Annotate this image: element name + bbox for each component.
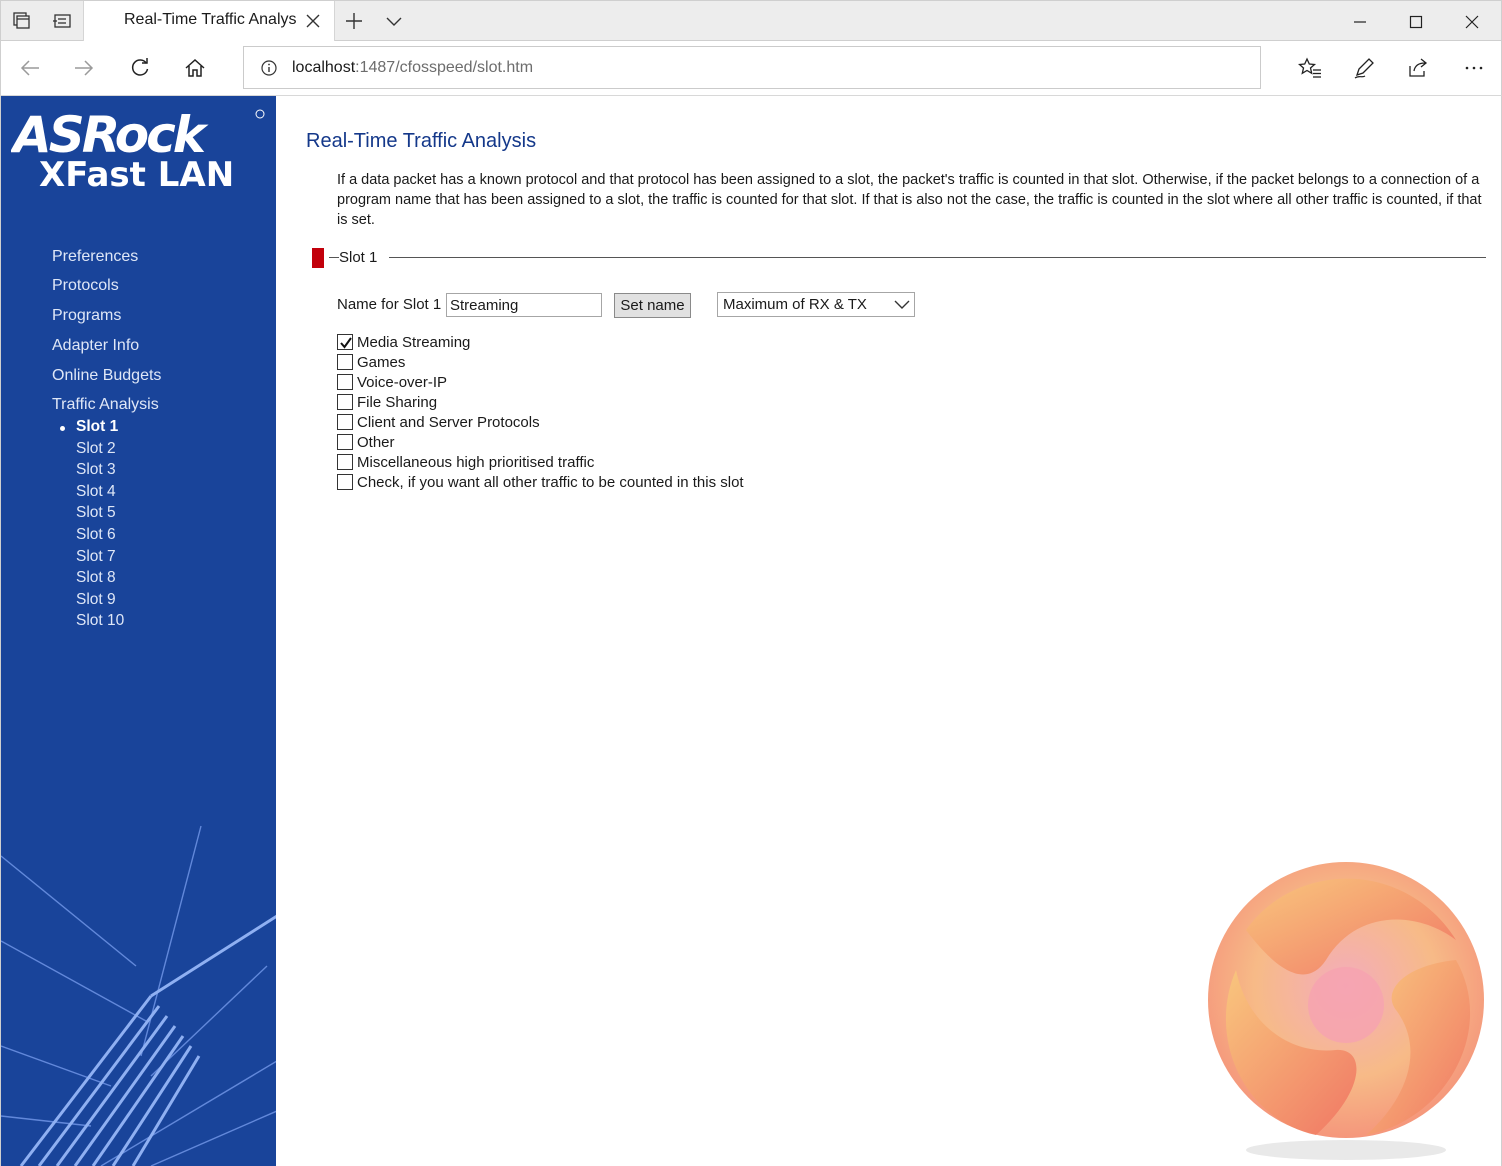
pen-icon[interactable] [1351, 55, 1377, 81]
checkbox-row-file-sharing[interactable]: File Sharing [337, 393, 437, 413]
checkbox-misc-high[interactable] [337, 454, 353, 470]
menu-traffic-analysis[interactable]: Traffic Analysis [52, 396, 159, 414]
fieldset-border [329, 257, 339, 258]
url-host: localhost [292, 59, 356, 76]
checkbox-label: File Sharing [357, 394, 438, 411]
menu-preferences[interactable]: Preferences [52, 248, 138, 266]
close-window-icon[interactable] [1459, 9, 1485, 35]
asrock-logo: ASRock XFast LAN [9, 106, 267, 196]
menu-slot-8[interactable]: Slot 8 [76, 569, 116, 587]
home-icon[interactable] [182, 55, 208, 81]
site-info-icon[interactable] [260, 59, 278, 77]
menu-slot-4[interactable]: Slot 4 [76, 483, 116, 501]
menu-slot-7[interactable]: Slot 7 [76, 548, 116, 566]
checkbox-row-media-streaming[interactable]: Media Streaming [337, 333, 470, 353]
checkbox-label: Client and Server Protocols [357, 414, 540, 431]
url-text[interactable]: localhost:1487/cfosspeed/slot.htm [292, 59, 533, 77]
minimize-icon[interactable] [1347, 9, 1373, 35]
tab-title: Real-Time Traffic Analys [124, 11, 296, 28]
forward-arrow-icon[interactable] [71, 55, 97, 81]
tab-preview-chevron-icon[interactable] [383, 10, 405, 32]
slot-color-marker [312, 248, 324, 268]
set-name-button[interactable]: Set name [614, 293, 691, 318]
checkbox-row-all-other[interactable]: Check, if you want all other traffic to … [337, 473, 744, 493]
checkbox-row-client-server[interactable]: Client and Server Protocols [337, 413, 540, 433]
refresh-icon[interactable] [127, 55, 153, 81]
sidebar-decoration-lines [1, 825, 276, 1166]
slot-name-label: Name for Slot 1 [337, 296, 442, 313]
close-tab-icon[interactable] [304, 12, 322, 30]
slot-name-input[interactable] [446, 293, 602, 317]
menu-slot-5[interactable]: Slot 5 [76, 504, 116, 522]
checkbox-row-voip[interactable]: Voice-over-IP [337, 373, 447, 393]
menu-slot-1[interactable]: Slot 1 [76, 418, 118, 436]
browser-titlebar: Real-Time Traffic Analys [0, 0, 1502, 42]
slot-legend: Slot 1 [339, 249, 378, 266]
checkmark-icon [340, 337, 352, 349]
menu-slot-9[interactable]: Slot 9 [76, 591, 116, 609]
more-options-icon[interactable] [1461, 55, 1487, 81]
checkbox-label: Voice-over-IP [357, 374, 448, 391]
address-bar[interactable]: localhost:1487/cfosspeed/slot.htm [243, 46, 1261, 89]
new-tab-icon[interactable] [343, 10, 365, 32]
checkbox-voip[interactable] [337, 374, 353, 390]
fieldset-rule [389, 257, 1486, 258]
chevron-down-icon [894, 300, 910, 309]
sidebar: ASRock XFast LAN Preferences Protocols P… [0, 96, 276, 1166]
set-tabs-aside-icon[interactable] [51, 10, 73, 32]
checkbox-row-other[interactable]: Other [337, 433, 395, 453]
checkbox-label: Miscellaneous high prioritised traffic [357, 454, 595, 471]
checkbox-games[interactable] [337, 354, 353, 370]
url-path: :1487/cfosspeed/slot.htm [355, 59, 534, 76]
menu-slot-6[interactable]: Slot 6 [76, 526, 116, 544]
active-slot-bullet [60, 426, 65, 431]
traffic-mode-select[interactable]: Maximum of RX & TX [717, 292, 915, 317]
checkbox-label: Media Streaming [357, 334, 471, 351]
menu-protocols[interactable]: Protocols [52, 277, 119, 295]
main-content: Real-Time Traffic Analysis If a data pac… [276, 96, 1502, 1166]
share-icon[interactable] [1405, 55, 1431, 81]
menu-online-budgets[interactable]: Online Budgets [52, 367, 161, 385]
checkbox-label: Other [357, 434, 395, 451]
menu-adapter-info[interactable]: Adapter Info [52, 337, 139, 355]
checkbox-other[interactable] [337, 434, 353, 450]
watermark-logo-icon [1208, 862, 1484, 1160]
tab-actions-icon[interactable] [11, 10, 33, 32]
checkbox-file-sharing[interactable] [337, 394, 353, 410]
page-description: If a data packet has a known protocol an… [337, 172, 1482, 228]
maximize-icon[interactable] [1403, 9, 1429, 35]
menu-slot-10[interactable]: Slot 10 [76, 612, 124, 630]
menu-slot-2[interactable]: Slot 2 [76, 440, 116, 458]
favorites-icon[interactable] [1297, 55, 1323, 81]
traffic-mode-value: Maximum of RX & TX [723, 296, 867, 313]
menu-slot-3[interactable]: Slot 3 [76, 461, 116, 479]
checkbox-label: Games [357, 354, 406, 371]
back-arrow-icon[interactable] [17, 55, 43, 81]
page-title: Real-Time Traffic Analysis [306, 130, 537, 152]
menu-programs[interactable]: Programs [52, 307, 121, 325]
checkbox-client-server[interactable] [337, 414, 353, 430]
browser-navbar: localhost:1487/cfosspeed/slot.htm [0, 41, 1502, 96]
checkbox-label: Check, if you want all other traffic to … [357, 474, 744, 491]
checkbox-row-games[interactable]: Games [337, 353, 405, 373]
checkbox-media-streaming[interactable] [337, 334, 353, 350]
logo-product: XFast LAN [39, 155, 234, 195]
checkbox-row-misc-high[interactable]: Miscellaneous high prioritised traffic [337, 453, 594, 473]
checkbox-all-other[interactable] [337, 474, 353, 490]
active-tab[interactable]: Real-Time Traffic Analys [83, 1, 335, 42]
